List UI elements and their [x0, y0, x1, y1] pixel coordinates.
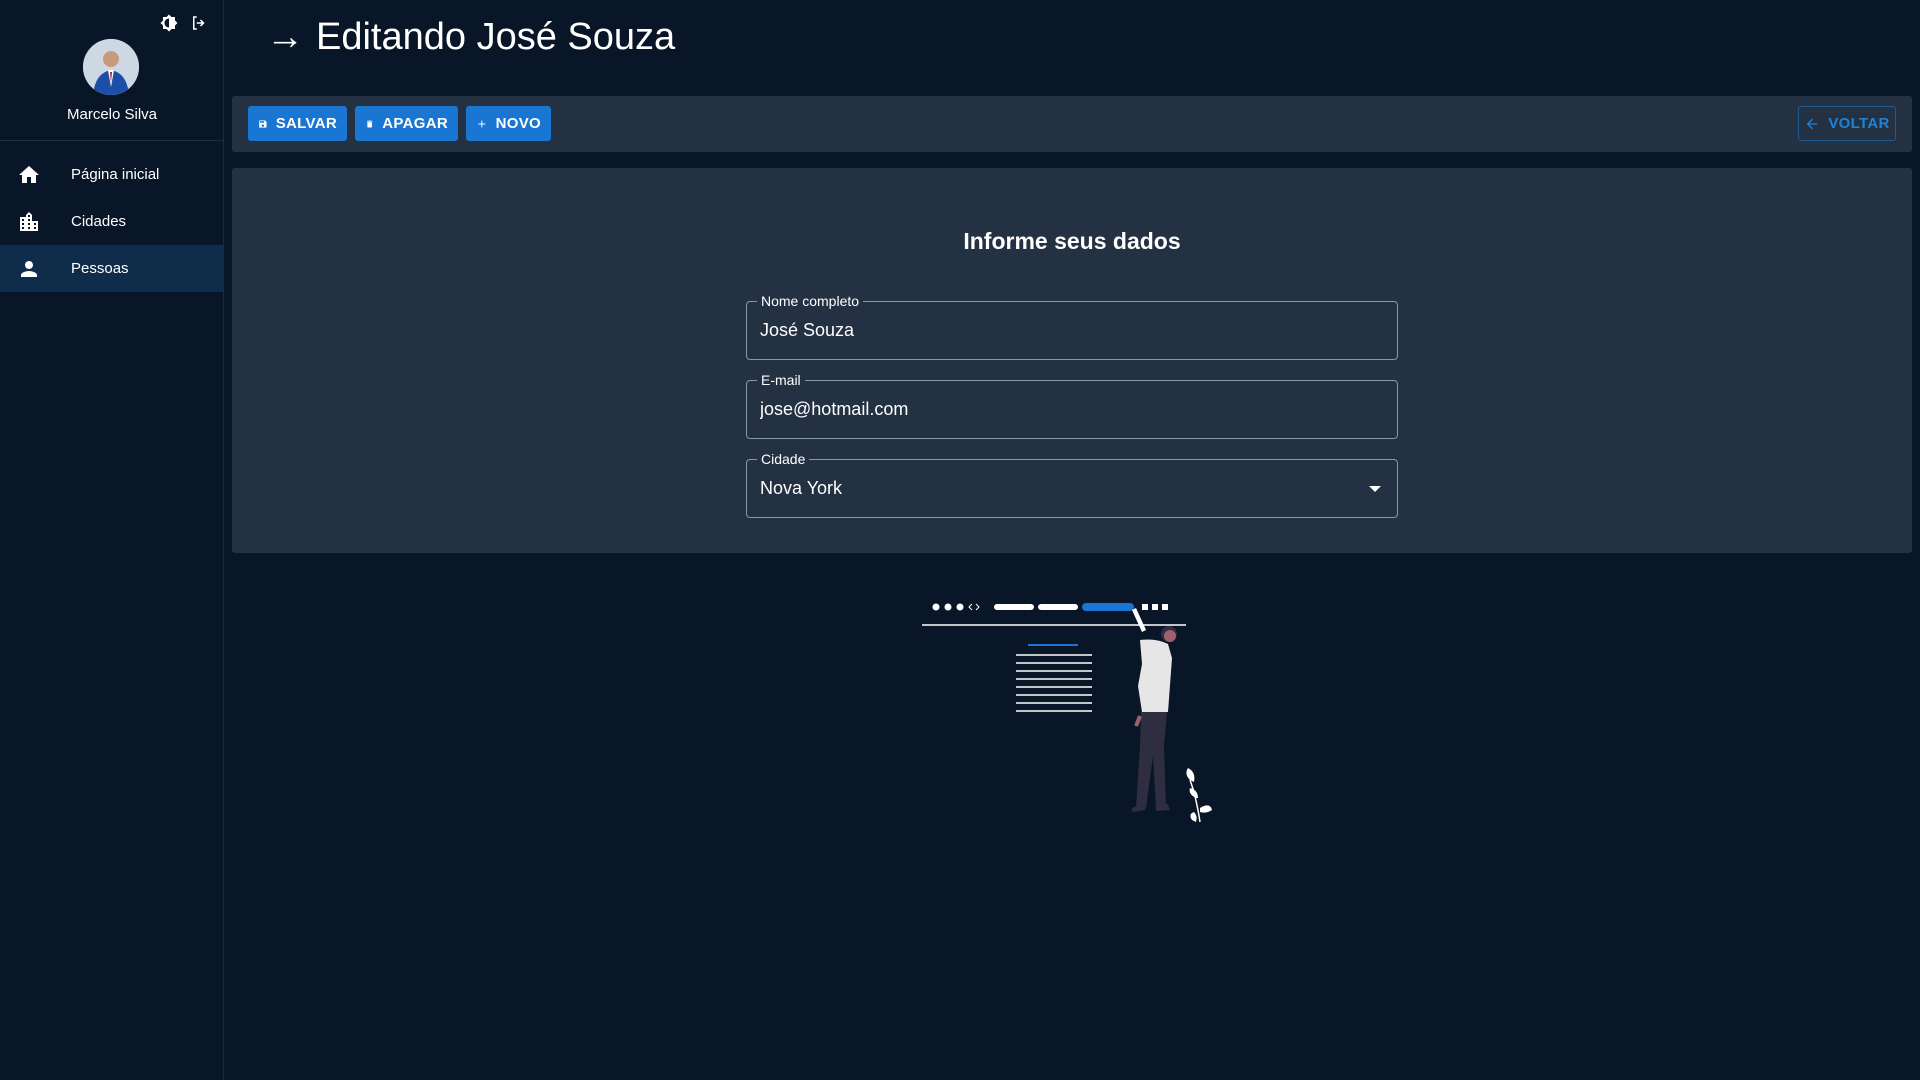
toolbar: SALVAR APAGAR NOVO VOLTAR	[232, 96, 1912, 152]
email-field[interactable]: E-mail	[746, 371, 1398, 439]
person-icon	[21, 260, 37, 277]
logout-icon[interactable]	[190, 14, 208, 32]
save-icon	[259, 119, 267, 128]
sidebar-item-label: Página inicial	[71, 166, 160, 183]
form-card: Informe seus dados Nome completo E-mail …	[232, 168, 1912, 553]
plus-icon	[478, 120, 486, 127]
city-select[interactable]: Cidade Nova York	[746, 450, 1398, 518]
name-field[interactable]: Nome completo	[746, 292, 1398, 360]
theme-toggle-icon[interactable]	[160, 14, 178, 32]
sidebar-item-people[interactable]: Pessoas	[0, 245, 224, 292]
name-input[interactable]	[760, 320, 1360, 341]
illustration-image	[922, 603, 1212, 823]
sidebar-divider	[0, 140, 224, 141]
email-input[interactable]	[760, 399, 1360, 420]
delete-button[interactable]: APAGAR	[355, 106, 458, 141]
back-button[interactable]: VOLTAR	[1798, 106, 1896, 141]
home-icon	[19, 165, 39, 183]
page-title-text: Editando José Souza	[316, 16, 676, 58]
new-button[interactable]: NOVO	[466, 106, 551, 141]
sidebar-item-home[interactable]: Página inicial	[0, 151, 224, 198]
new-button-label: NOVO	[495, 115, 541, 132]
arrow-icon: →	[266, 16, 304, 58]
name-field-label: Nome completo	[757, 292, 864, 310]
form-title: Informe seus dados	[963, 228, 1181, 254]
email-field-label: E-mail	[757, 371, 805, 389]
delete-button-label: APAGAR	[382, 115, 448, 132]
trash-icon	[366, 120, 373, 127]
sidebar-top-icons	[160, 14, 208, 32]
sidebar-nav: Página inicial Cidades Pessoas	[0, 151, 224, 292]
city-selected-value: Nova York	[760, 478, 843, 498]
back-button-label: VOLTAR	[1828, 115, 1890, 132]
save-button-label: SALVAR	[275, 115, 337, 132]
sidebar: Marcelo Silva Página inicial Cidades Pes…	[0, 0, 224, 1080]
user-name: Marcelo Silva	[66, 106, 158, 123]
save-button[interactable]: SALVAR	[248, 106, 347, 141]
city-icon	[20, 211, 38, 231]
arrow-left-icon	[1807, 118, 1818, 129]
sidebar-item-label: Cidades	[71, 213, 127, 230]
page-title: → Editando José Souza	[266, 16, 675, 59]
sidebar-item-cities[interactable]: Cidades	[0, 198, 224, 245]
avatar	[83, 39, 139, 95]
caret-down-icon[interactable]	[1369, 486, 1381, 492]
city-field-label: Cidade	[757, 450, 810, 468]
sidebar-item-label: Pessoas	[71, 260, 129, 277]
